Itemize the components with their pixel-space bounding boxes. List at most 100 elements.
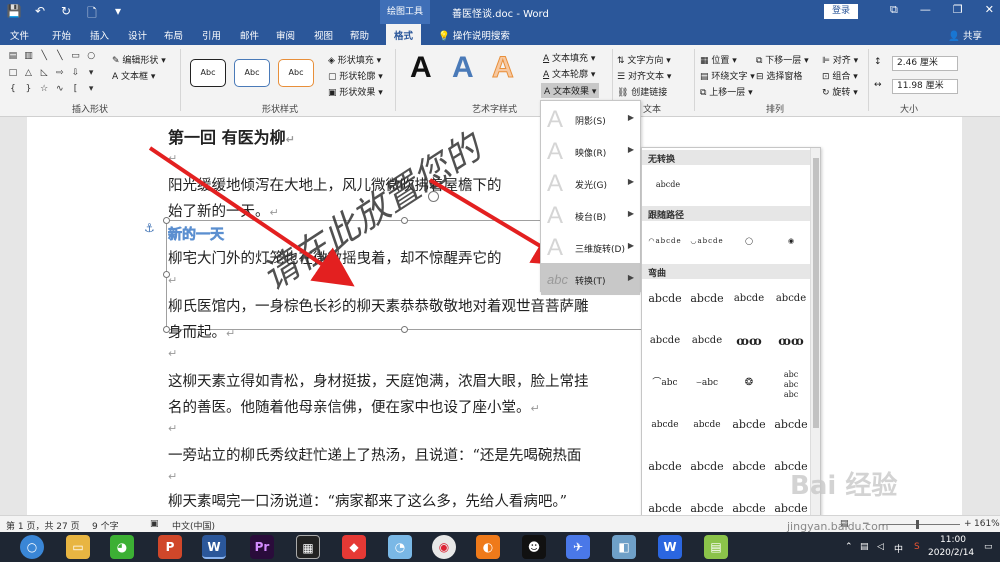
send-backward-button[interactable]: ⧉ 下移一层 ▾ xyxy=(756,53,809,66)
more-shapes-icon[interactable]: ▾ xyxy=(84,68,98,83)
login-button[interactable]: 登录 xyxy=(824,4,858,19)
menu-item-3d-rotation[interactable]: A 三维旋转(D) ▶ xyxy=(541,231,640,263)
transform-option-warp[interactable]: abcde xyxy=(646,284,684,314)
qq-icon[interactable]: ☻ xyxy=(522,535,546,559)
chrome-icon[interactable]: ◉ xyxy=(432,535,456,559)
brace-shape-icon[interactable]: { xyxy=(6,84,20,99)
tab-references[interactable]: 引用 xyxy=(202,28,221,42)
transform-option-arch-down[interactable]: ◡abcde xyxy=(688,226,726,256)
sogou-icon[interactable]: S xyxy=(914,542,920,552)
transform-option-warp[interactable]: abcde xyxy=(646,326,684,356)
clock-time[interactable]: 11:00 xyxy=(940,535,966,545)
text-fill-button[interactable]: A 文本填充 ▾ xyxy=(543,51,595,64)
create-link-button[interactable]: ⛓ 创建链接 xyxy=(617,85,667,98)
transform-option-warp[interactable]: abcde xyxy=(688,284,726,314)
transform-option-warp[interactable]: ⌣abc xyxy=(688,368,726,398)
body-line[interactable]: 始了新的一天。↵ xyxy=(168,200,279,221)
tab-home[interactable]: 开始 xyxy=(52,28,71,42)
transform-option-warp[interactable]: abcde xyxy=(730,452,768,482)
zoom-in-icon[interactable]: + xyxy=(964,519,972,529)
transform-option-warp[interactable]: abcde xyxy=(730,410,768,440)
zoom-slider-thumb[interactable] xyxy=(916,520,919,529)
document-area[interactable]: 第一回 有医为柳↵ ↵ 阳光缓缓地倾泻在大地上，风儿微微吹拂着屋檐下的 始了新的… xyxy=(0,117,1000,515)
text-outline-button[interactable]: A 文本轮廓 ▾ xyxy=(543,67,595,80)
wordart-style-orange[interactable]: A xyxy=(492,51,515,85)
powerpoint-icon[interactable]: P xyxy=(158,535,182,559)
shape-fill-button[interactable]: ◈ 形状填充 ▾ xyxy=(328,53,381,66)
oval-shape-icon[interactable]: ○ xyxy=(84,51,98,66)
selection-pane-button[interactable]: ⊟ 选择窗格 xyxy=(756,69,802,82)
body-line[interactable]: 身而起。↵ xyxy=(168,321,235,342)
shape-gallery[interactable]: ▤ ▥ ╲ ╲ ▭ ○ □ △ ◺ ⇨ ⇩ ▾ {} ☆ ∿[▾ xyxy=(6,51,98,99)
tab-layout[interactable]: 布局 xyxy=(164,28,183,42)
browser-icon[interactable]: ◐ xyxy=(476,535,500,559)
zoom-slider[interactable] xyxy=(880,524,960,525)
wordart-text[interactable]: 新的一天 xyxy=(168,224,225,244)
shape-style-sample[interactable]: Abc xyxy=(234,59,270,87)
tab-design[interactable]: 设计 xyxy=(128,28,147,42)
edit-shape-button[interactable]: ✎ 编辑形状 ▾ xyxy=(112,53,166,66)
shape-effects-button[interactable]: ▣ 形状效果 ▾ xyxy=(328,85,383,98)
textbox-vertical-shape-icon[interactable]: ▥ xyxy=(22,51,36,66)
textbox-button[interactable]: A 文本框 ▾ xyxy=(112,69,155,82)
wechat-icon[interactable]: ◕ xyxy=(110,535,134,559)
tab-review[interactable]: 审阅 xyxy=(276,28,295,42)
ime-indicator[interactable]: 中 xyxy=(894,542,903,555)
right-triangle-shape-icon[interactable]: ◺ xyxy=(37,68,51,83)
shape-style-sample[interactable]: Abc xyxy=(278,59,314,87)
position-button[interactable]: ▦ 位置 ▾ xyxy=(700,53,737,66)
notes-app-icon[interactable]: ◧ xyxy=(612,535,636,559)
redo-icon[interactable]: ↻ xyxy=(58,4,74,25)
chat-app-icon[interactable]: ◔ xyxy=(388,535,412,559)
resize-handle[interactable] xyxy=(401,326,408,333)
transform-option-none[interactable]: abcde xyxy=(646,170,690,200)
tab-file[interactable]: 文件 xyxy=(10,28,29,42)
transform-option-warp[interactable]: abcde xyxy=(688,410,726,440)
undo-icon[interactable]: ↶ xyxy=(32,4,48,25)
tray-chevron-icon[interactable]: ⌃ xyxy=(845,542,853,552)
transform-option-warp[interactable]: abcde xyxy=(688,326,726,356)
star-shape-icon[interactable]: ☆ xyxy=(37,84,51,99)
transform-option-warp[interactable]: abcde xyxy=(730,284,768,314)
bring-forward-button[interactable]: ⧉ 上移一层 ▾ xyxy=(700,85,753,98)
transform-option-button[interactable]: ◉ xyxy=(772,226,810,256)
tab-view[interactable]: 视图 xyxy=(314,28,333,42)
wps-icon[interactable]: W xyxy=(658,535,682,559)
notification-icon[interactable]: ▭ xyxy=(984,542,993,552)
body-line[interactable]: 这柳天素立得如青松，身材挺拔，天庭饱满，浓眉大眼，脸上常挂 xyxy=(168,370,589,391)
bracket-shape-icon[interactable]: [ xyxy=(69,84,83,99)
anchor-icon[interactable]: ⚓ xyxy=(144,221,155,235)
close-button[interactable]: ✕ xyxy=(985,3,994,17)
text-effects-button[interactable]: A 文本效果 ▾ xyxy=(541,83,600,98)
rectangle-shape-icon[interactable]: ▭ xyxy=(69,51,83,66)
tell-me-search[interactable]: 💡 操作说明搜索 xyxy=(438,28,510,42)
shield-app-icon[interactable]: ◆ xyxy=(342,535,366,559)
brace-shape-icon[interactable]: } xyxy=(22,84,36,99)
body-line[interactable]: 名的善医。他随着他母亲信佛，便在家中也设了座小堂。↵ xyxy=(168,396,540,417)
transform-option-warp[interactable]: abcde xyxy=(772,410,810,440)
body-line[interactable]: 柳天素喝完一口汤说道：“病家都来了这么多，先给人看病吧。” xyxy=(168,490,567,511)
transform-option-warp[interactable]: ❂ xyxy=(730,368,768,398)
language-indicator[interactable]: 中文(中国) xyxy=(172,519,215,532)
transform-option-arch-up[interactable]: ◠abcde xyxy=(646,226,684,256)
feishu-icon[interactable]: ✈ xyxy=(566,535,590,559)
scrollbar-thumb[interactable] xyxy=(813,158,819,428)
align-button[interactable]: ⊫ 对齐 ▾ xyxy=(822,53,858,66)
align-text-button[interactable]: ☰ 对齐文本 ▾ xyxy=(617,69,671,82)
page-count[interactable]: 第 1 页，共 27 页 xyxy=(6,519,80,532)
line-shape-icon[interactable]: ╲ xyxy=(37,51,51,66)
curve-shape-icon[interactable]: ∿ xyxy=(53,84,67,99)
menu-item-transform[interactable]: abc 转换(T) ▶ xyxy=(541,263,640,295)
notepad-app-icon[interactable]: ▤ xyxy=(704,535,728,559)
ribbon-options-icon[interactable]: ⧉ xyxy=(890,3,898,17)
menu-item-shadow[interactable]: A 阴影(S) ▶ xyxy=(541,103,640,135)
restore-button[interactable]: ❐ xyxy=(953,3,963,17)
transform-option-warp[interactable]: ꝏꝏ xyxy=(772,326,810,356)
tab-help[interactable]: 帮助 xyxy=(350,28,369,42)
wordart-style-black[interactable]: A xyxy=(410,51,432,85)
resize-handle[interactable] xyxy=(163,217,170,224)
more-shapes-icon[interactable]: ▾ xyxy=(84,84,98,99)
new-document-icon[interactable]: 🗋 xyxy=(84,4,100,25)
shape-outline-button[interactable]: ▢ 形状轮廓 ▾ xyxy=(328,69,383,82)
text-direction-button[interactable]: ⇅ 文字方向 ▾ xyxy=(617,53,671,66)
